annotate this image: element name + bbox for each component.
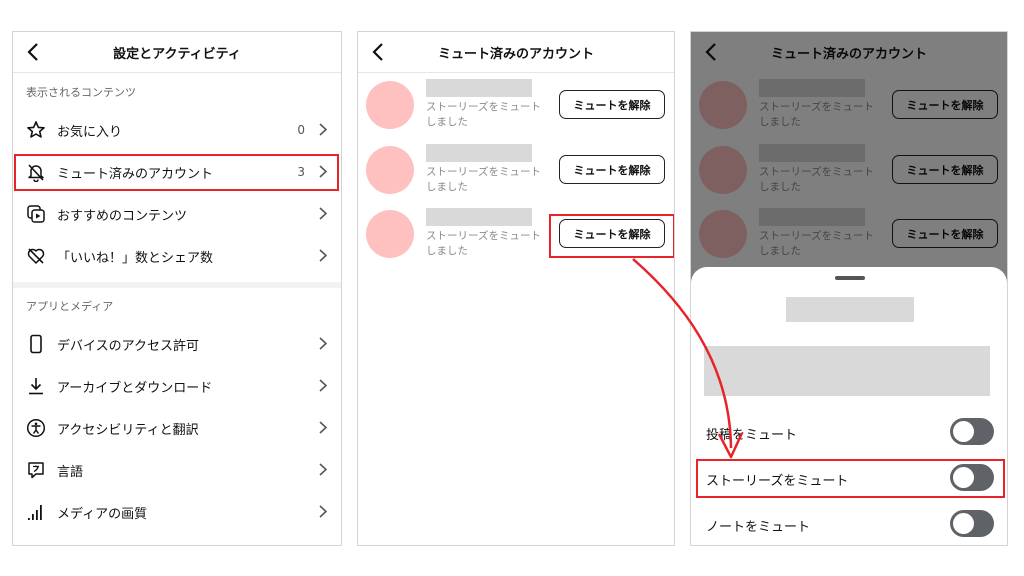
toggle-label: 投稿をミュート [706,428,798,443]
settings-screen: 設定とアクティビティ 表示されるコンテンツ お気に入り 0 ミュート済みのアカウ… [12,31,342,546]
mute-posts-row: 投稿をミュート [691,409,1007,455]
mute-posts-toggle[interactable] [950,418,994,445]
mute-status: ストーリーズをミュートしました [426,166,541,193]
drag-handle[interactable] [835,276,865,280]
signal-bars-icon [25,501,47,523]
phone-icon [25,333,47,355]
menu-item-accessibility[interactable]: アクセシビリティと翻訳 [13,407,341,449]
menu-item-label: お気に入り [57,124,123,140]
username-placeholder [426,208,532,226]
menu-item-like-counts[interactable]: 「いいね！」数とシェア数 [13,235,341,277]
menu-item-label: デバイスのアクセス許可 [57,338,199,354]
mute-status: ストーリーズをミュートしました [426,101,541,128]
muted-header: ミュート済みのアカウント [358,32,674,72]
mute-status: ストーリーズをミュートしました [426,230,541,257]
chevron-right-icon [319,461,328,480]
settings-header: 設定とアクティビティ [13,32,341,72]
username-placeholder [426,144,532,162]
menu-item-label: おすすめのコンテンツ [57,208,188,224]
chevron-right-icon [319,377,328,396]
language-icon [25,459,47,481]
mute-notes-toggle[interactable] [950,510,994,537]
chevron-right-icon [319,205,328,224]
muted-accounts-screen: ミュート済みのアカウント ストーリーズをミュートしました ミュートを解除 ストー… [357,31,675,546]
unmute-button[interactable]: ミュートを解除 [559,155,665,184]
highlight-box [549,214,674,258]
bottom-sheet: 投稿をミュート ストーリーズをミュート ノートをミュート [691,267,1007,545]
divider [13,72,341,73]
avatar[interactable] [366,146,414,194]
section-heading-content: 表示されるコンテンツ [26,86,136,99]
star-icon [25,119,47,141]
username-placeholder [426,79,532,97]
chevron-right-icon [319,247,328,266]
menu-item-archive-download[interactable]: アーカイブとダウンロード [13,365,341,407]
section-heading-apps: アプリとメディア [26,300,114,313]
page-title: ミュート済みのアカウント [437,47,594,62]
toggle-knob [953,421,974,442]
chevron-right-icon [319,335,328,354]
chevron-right-icon [319,503,328,522]
heart-off-icon [25,245,47,267]
highlight-box [696,459,1005,498]
menu-item-favorites[interactable]: お気に入り 0 [13,109,341,151]
item-count: 0 [297,123,305,137]
toggle-knob [953,513,974,534]
avatar[interactable] [366,210,414,258]
list-item: ストーリーズをミュートしました ミュートを解除 [358,137,674,201]
download-icon [25,375,47,397]
avatar[interactable] [366,81,414,129]
account-info-placeholder [704,346,990,396]
chevron-right-icon [319,121,328,140]
highlight-box [14,154,339,191]
accessibility-icon [25,417,47,439]
menu-item-language[interactable]: 言語 [13,449,341,491]
menu-item-media-quality[interactable]: メディアの画質 [13,491,341,533]
unmute-button[interactable]: ミュートを解除 [559,90,665,119]
menu-item-label: メディアの画質 [57,506,148,522]
chevron-right-icon [319,419,328,438]
menu-item-label: 「いいね！」数とシェア数 [57,250,214,266]
menu-item-label: 言語 [57,464,84,480]
section-divider [13,282,341,288]
menu-item-label: アーカイブとダウンロード [57,380,213,396]
menu-item-label: アクセシビリティと翻訳 [57,422,199,438]
menu-item-device-permissions[interactable]: デバイスのアクセス許可 [13,323,341,365]
toggle-label: ノートをミュート [706,520,811,535]
account-name-placeholder [786,297,914,322]
page-title: 設定とアクティビティ [113,47,241,62]
mute-notes-row: ノートをミュート [691,501,1007,545]
list-item: ストーリーズをミュートしました ミュートを解除 [358,72,674,136]
suggested-content-icon [25,203,47,225]
menu-item-suggested-content[interactable]: おすすめのコンテンツ [13,193,341,235]
